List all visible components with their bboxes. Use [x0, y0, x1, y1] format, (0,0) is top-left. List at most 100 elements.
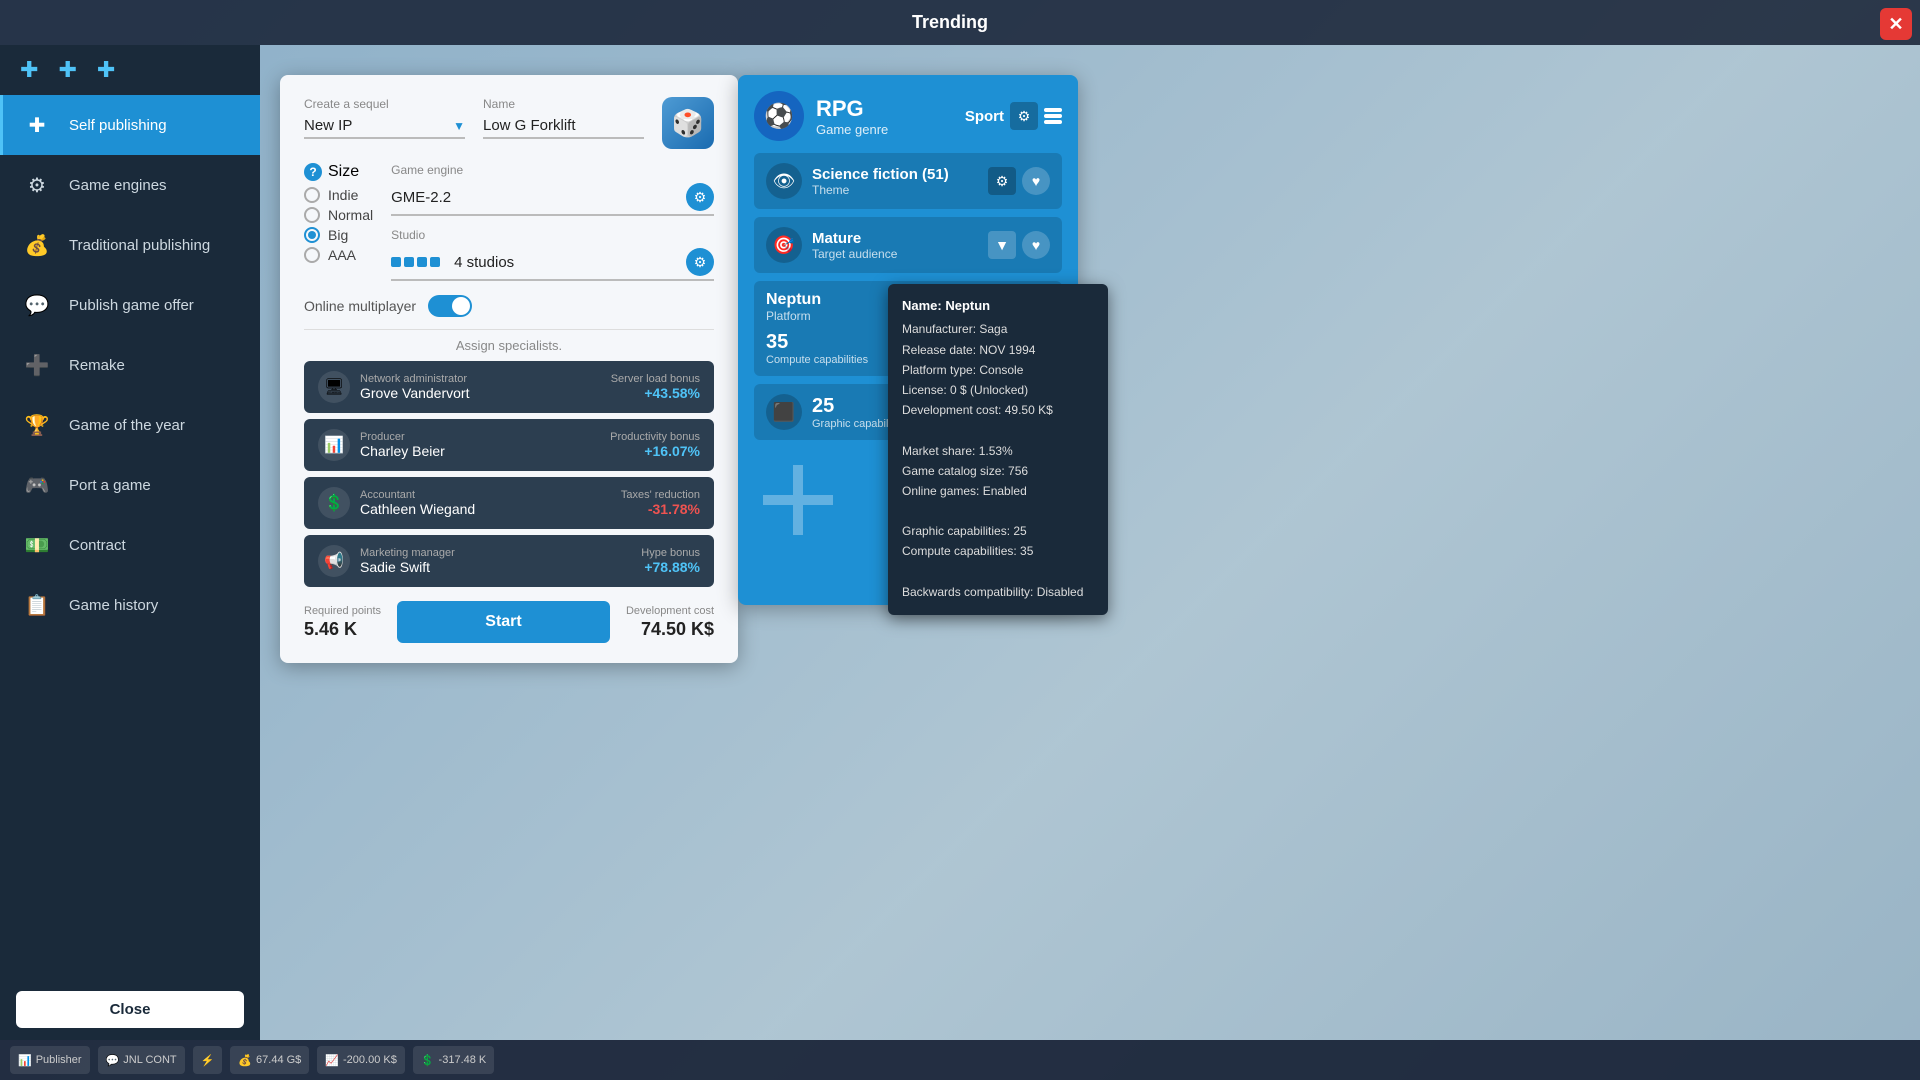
remake-label: Remake: [69, 357, 125, 374]
size-option-normal[interactable]: Normal: [304, 207, 373, 223]
sport-label: Sport: [965, 108, 1004, 125]
spec-bonus-value-2: -31.78%: [621, 501, 700, 517]
dot2: [404, 257, 414, 267]
bar2: [1044, 114, 1062, 118]
rpg-titles: RPG Game genre: [816, 96, 888, 137]
rpg-sport: Sport ⚙: [965, 102, 1062, 130]
sidebar-icon-1[interactable]: ✚: [20, 57, 38, 83]
radio-indie[interactable]: [304, 187, 320, 203]
spec-info-3: Marketing manager Sadie Swift: [360, 547, 455, 575]
close-x-button[interactable]: ✕: [1880, 8, 1912, 40]
engine-settings-button[interactable]: ⚙: [686, 183, 714, 211]
tooltip-release: Release date: NOV 1994: [902, 341, 1094, 360]
tooltip-platform-type: Platform type: Console: [902, 361, 1094, 380]
specialist-card-3[interactable]: 📢 Marketing manager Sadie Swift Hype bon…: [304, 535, 714, 587]
sidebar-item-port-a-game[interactable]: 🎮 Port a game: [0, 455, 260, 515]
dot4: [430, 257, 440, 267]
spec-left-2: 💲 Accountant Cathleen Wiegand: [318, 487, 475, 519]
spec-name-0: Grove Vandervort: [360, 385, 469, 401]
neptun-tooltip: Name: Neptun Manufacturer: Saga Release …: [888, 284, 1108, 615]
spec-role-3: Marketing manager: [360, 547, 455, 559]
size-big-label: Big: [328, 227, 348, 243]
spec-bonus-label-2: Taxes' reduction: [621, 489, 700, 501]
multiplayer-toggle[interactable]: [428, 295, 472, 317]
multiplayer-row: Online multiplayer: [304, 295, 714, 317]
sequel-dropdown-arrow[interactable]: ▼: [453, 119, 465, 133]
size-options: Indie Normal Big AAA: [304, 187, 373, 263]
bar1: [1044, 108, 1062, 112]
divider-1: [304, 329, 714, 330]
sequel-name-row: Create a sequel New IP ▼ Name 🎲: [304, 97, 714, 149]
sidebar-item-remake[interactable]: ➕ Remake: [0, 335, 260, 395]
radio-normal[interactable]: [304, 207, 320, 223]
bars-icon[interactable]: [1044, 108, 1062, 124]
bottom-item-3: ⚡: [193, 1046, 223, 1074]
sidebar-close-button[interactable]: Close: [16, 991, 244, 1028]
sidebar-icon-2[interactable]: ✚: [58, 57, 76, 83]
creation-panel: Create a sequel New IP ▼ Name 🎲 ? Size: [280, 75, 738, 663]
required-points-label: Required points: [304, 605, 381, 617]
rpg-avatar: ⚽: [754, 91, 804, 141]
engine-field-group: Game engine GME-2.2 ⚙: [391, 163, 714, 216]
specialist-card-1[interactable]: 📊 Producer Charley Beier Productivity bo…: [304, 419, 714, 471]
audience-value: Mature: [812, 230, 897, 247]
audience-dropdown-button[interactable]: ▼: [988, 231, 1016, 259]
audience-label: Target audience: [812, 247, 897, 261]
theme-row: 👁 Science fiction (51) Theme ⚙ ♥: [754, 153, 1062, 209]
sidebar-item-game-of-the-year[interactable]: 🏆 Game of the year: [0, 395, 260, 455]
theme-heart-button[interactable]: ♥: [1022, 167, 1050, 195]
dev-cost-label: Development cost: [626, 605, 714, 617]
spec-right-0: Server load bonus +43.58%: [611, 373, 700, 401]
game-history-label: Game history: [69, 597, 158, 614]
radio-aaa[interactable]: [304, 247, 320, 263]
sidebar-item-game-history[interactable]: 📋 Game history: [0, 575, 260, 635]
multiplayer-label: Online multiplayer: [304, 298, 416, 314]
tooltip-market-share: Market share: 1.53%: [902, 442, 1094, 461]
self-publishing-label: Self publishing: [69, 117, 167, 134]
spec-bonus-value-1: +16.07%: [610, 443, 700, 459]
name-input[interactable]: [483, 117, 644, 134]
top-bar: Trending: [0, 0, 1920, 45]
sidebar-item-traditional-publishing[interactable]: 💰 Traditional publishing: [0, 215, 260, 275]
studio-field-group: Studio 4 studios ⚙: [391, 228, 714, 281]
studio-settings-button[interactable]: ⚙: [686, 248, 714, 276]
remake-icon: ➕: [19, 347, 55, 383]
specialist-card-0[interactable]: 🖥 Network administrator Grove Vandervort…: [304, 361, 714, 413]
genre-gear-button[interactable]: ⚙: [1010, 102, 1038, 130]
spec-bonus-value-3: +78.88%: [641, 559, 700, 575]
spec-left-0: 🖥 Network administrator Grove Vandervort: [318, 371, 469, 403]
size-section: ? Size Indie Normal Big: [304, 163, 373, 263]
theme-gear-button[interactable]: ⚙: [988, 167, 1016, 195]
sidebar-item-contract[interactable]: 💵 Contract: [0, 515, 260, 575]
spec-name-1: Charley Beier: [360, 443, 445, 459]
tooltip-online-games: Online games: Enabled: [902, 482, 1094, 501]
size-option-big[interactable]: Big: [304, 227, 373, 243]
dot3: [417, 257, 427, 267]
sidebar: ✚ ✚ ✚ ✚ Self publishing ⚙ Game engines 💰…: [0, 45, 260, 1040]
size-option-indie[interactable]: Indie: [304, 187, 373, 203]
spec-bonus-label-0: Server load bonus: [611, 373, 700, 385]
radio-big[interactable]: [304, 227, 320, 243]
platform-name-group: Neptun Platform: [766, 291, 821, 323]
publish-game-offer-label: Publish game offer: [69, 297, 194, 314]
bottom-item-6: 💲 -317.48 K: [413, 1046, 494, 1074]
audience-heart-button[interactable]: ♥: [1022, 231, 1050, 259]
platform-sub: Platform: [766, 309, 821, 323]
size-option-aaa[interactable]: AAA: [304, 247, 373, 263]
audience-right: ▼ ♥: [988, 231, 1050, 259]
sidebar-item-publish-game-offer[interactable]: 💬 Publish game offer: [0, 275, 260, 335]
sidebar-item-self-publishing[interactable]: ✚ Self publishing: [0, 95, 260, 155]
sidebar-item-game-engines[interactable]: ⚙ Game engines: [0, 155, 260, 215]
spec-bonus-value-0: +43.58%: [611, 385, 700, 401]
name-field-group: Name: [483, 97, 644, 139]
specialist-card-2[interactable]: 💲 Accountant Cathleen Wiegand Taxes' red…: [304, 477, 714, 529]
assign-label: Assign specialists.: [304, 338, 714, 353]
graphic-icon: ⬛: [766, 394, 802, 430]
sidebar-icon-3[interactable]: ✚: [97, 57, 115, 83]
compute-val: 35: [766, 331, 868, 354]
start-button[interactable]: Start: [397, 601, 610, 643]
spec-icon-1: 📊: [318, 429, 350, 461]
bar3: [1044, 120, 1062, 124]
dev-cost-block: Development cost 74.50 K$: [626, 605, 714, 640]
tooltip-compute-cap: Compute capabilities: 35: [902, 542, 1094, 561]
